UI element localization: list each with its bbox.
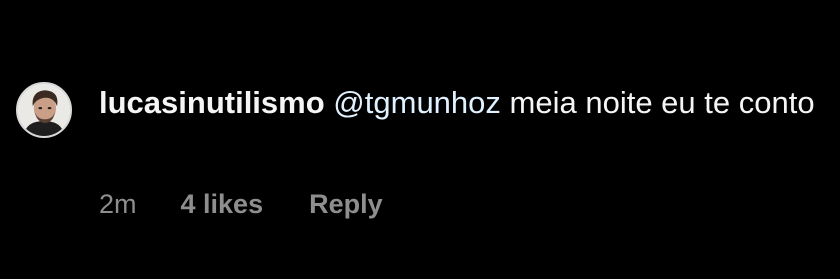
comment-mention[interactable]: @tgmunhoz	[333, 85, 501, 120]
comment-text: lucasinutilismo @tgmunhoz meia noite eu …	[99, 83, 819, 123]
avatar[interactable]	[16, 82, 72, 138]
reply-button[interactable]: Reply	[309, 189, 383, 220]
comment-time: 2m	[99, 188, 137, 219]
comment-username[interactable]: lucasinutilismo	[99, 85, 325, 120]
profile-photo-icon	[18, 84, 70, 136]
comment-message: meia noite eu te conto	[509, 85, 815, 120]
comment-likes[interactable]: 4 likes	[181, 189, 264, 220]
comment-meta: 2m 4 likes Reply	[99, 186, 383, 222]
clipped-previous-text: ' ' ' ' ' ' ' ' ' '	[242, 0, 411, 13]
